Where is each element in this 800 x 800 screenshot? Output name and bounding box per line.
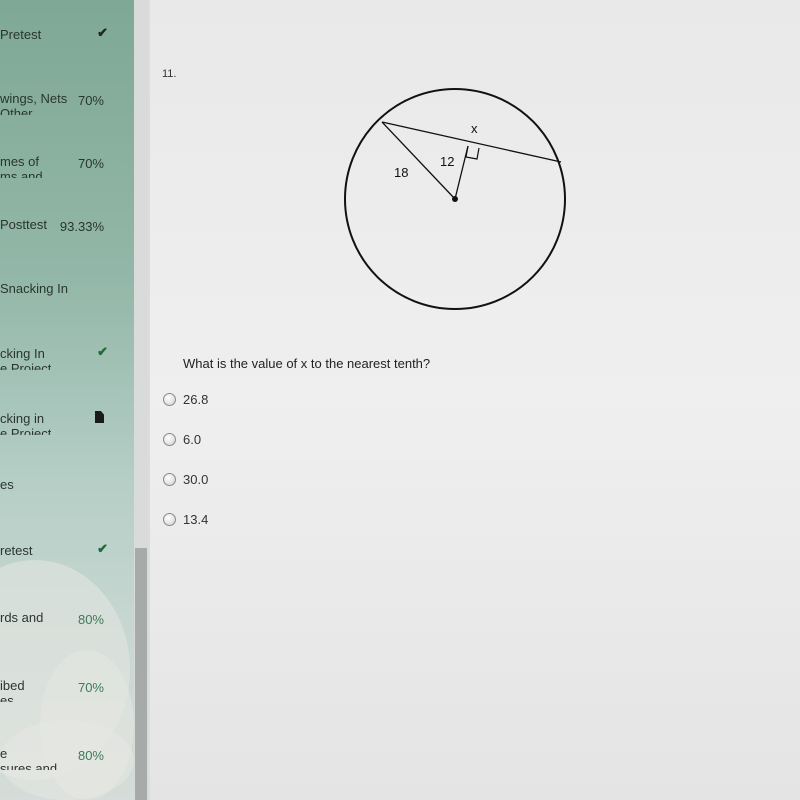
sidebar-item[interactable]: e sures and 80% bbox=[0, 746, 134, 786]
sidebar-item-title: Pretest bbox=[0, 27, 42, 42]
sidebar-item-title: es bbox=[0, 477, 14, 492]
check-icon: ✔ bbox=[97, 541, 108, 556]
score-label: 70% bbox=[77, 93, 104, 108]
score-label: 70% bbox=[77, 156, 104, 171]
radio-button[interactable] bbox=[163, 393, 176, 406]
sidebar-item-title: retest bbox=[0, 543, 33, 558]
circle-figure: x 12 18 bbox=[344, 88, 566, 310]
sidebar-item[interactable]: Posttest 93.33% bbox=[0, 217, 134, 257]
score-label: 80% bbox=[77, 748, 104, 763]
sidebar-item[interactable]: Snacking In bbox=[0, 281, 134, 321]
question-text: What is the value of x to the nearest te… bbox=[183, 356, 431, 371]
answer-option-label: 30.0 bbox=[183, 472, 209, 487]
answer-option-label: 13.4 bbox=[183, 512, 209, 527]
sidebar-item-title: Posttest bbox=[0, 217, 47, 232]
sidebar-item-subtitle: Other bbox=[0, 106, 33, 115]
answer-option-label: 26.8 bbox=[183, 392, 209, 407]
sidebar-item-subtitle: sures and bbox=[0, 761, 58, 770]
sidebar-item-title: mes of bbox=[0, 154, 40, 169]
right-angle-mark bbox=[465, 145, 480, 160]
sidebar-item-subtitle: e Project bbox=[0, 361, 52, 370]
sidebar: Pretest ✔ wings, Nets Other 70% mes of ms and 7… bbox=[0, 0, 134, 800]
label-12: 12 bbox=[440, 154, 454, 169]
sidebar-item[interactable]: Pretest ✔ bbox=[0, 25, 134, 67]
label-x: x bbox=[471, 121, 478, 136]
sidebar-item-title: ibed bbox=[0, 678, 25, 693]
answer-option[interactable]: 13.4 bbox=[163, 512, 208, 527]
answer-option[interactable]: 26.8 bbox=[163, 392, 208, 407]
sidebar-item[interactable]: cking in e Project bbox=[0, 411, 134, 451]
answer-option-label: 6.0 bbox=[183, 432, 202, 447]
check-icon: ✔ bbox=[97, 344, 108, 359]
sidebar-item[interactable]: es bbox=[0, 477, 134, 517]
sidebar-scrollbar-thumb[interactable] bbox=[135, 548, 147, 800]
sidebar-item[interactable]: cking In e Project ✔ bbox=[0, 344, 134, 386]
sidebar-item-subtitle: ms and bbox=[0, 169, 43, 178]
sidebar-item-subtitle: e Project bbox=[0, 426, 52, 435]
question-number: 11. bbox=[162, 68, 177, 80]
label-18: 18 bbox=[394, 165, 408, 180]
sidebar-item-title: e bbox=[0, 746, 8, 761]
score-label: 80% bbox=[77, 612, 104, 627]
radio-button[interactable] bbox=[163, 473, 176, 486]
answer-option[interactable]: 6.0 bbox=[163, 432, 201, 447]
check-icon: ✔ bbox=[97, 25, 108, 40]
sidebar-item-title: Snacking In bbox=[0, 281, 68, 296]
sidebar-item[interactable]: wings, Nets Other 70% bbox=[0, 91, 134, 131]
score-label: 93.33% bbox=[59, 219, 104, 234]
sidebar-item[interactable]: ibed es 70% bbox=[0, 678, 134, 718]
radio-button[interactable] bbox=[163, 433, 176, 446]
answer-option[interactable]: 30.0 bbox=[163, 472, 208, 487]
score-label: 70% bbox=[77, 680, 104, 695]
sidebar-item[interactable]: mes of ms and 70% bbox=[0, 154, 134, 194]
sidebar-item-title: cking In bbox=[0, 346, 45, 361]
sidebar-item-title: wings, Nets bbox=[0, 91, 68, 106]
center-point bbox=[452, 196, 458, 202]
file-icon bbox=[95, 411, 104, 423]
sidebar-item-title: rds and bbox=[0, 610, 44, 625]
sidebar-item-subtitle: es bbox=[0, 693, 14, 702]
sidebar-item[interactable]: retest ✔ bbox=[0, 541, 134, 583]
sidebar-item-title: cking in bbox=[0, 411, 45, 426]
radio-button[interactable] bbox=[163, 513, 176, 526]
sidebar-item[interactable]: rds and 80% bbox=[0, 610, 134, 650]
